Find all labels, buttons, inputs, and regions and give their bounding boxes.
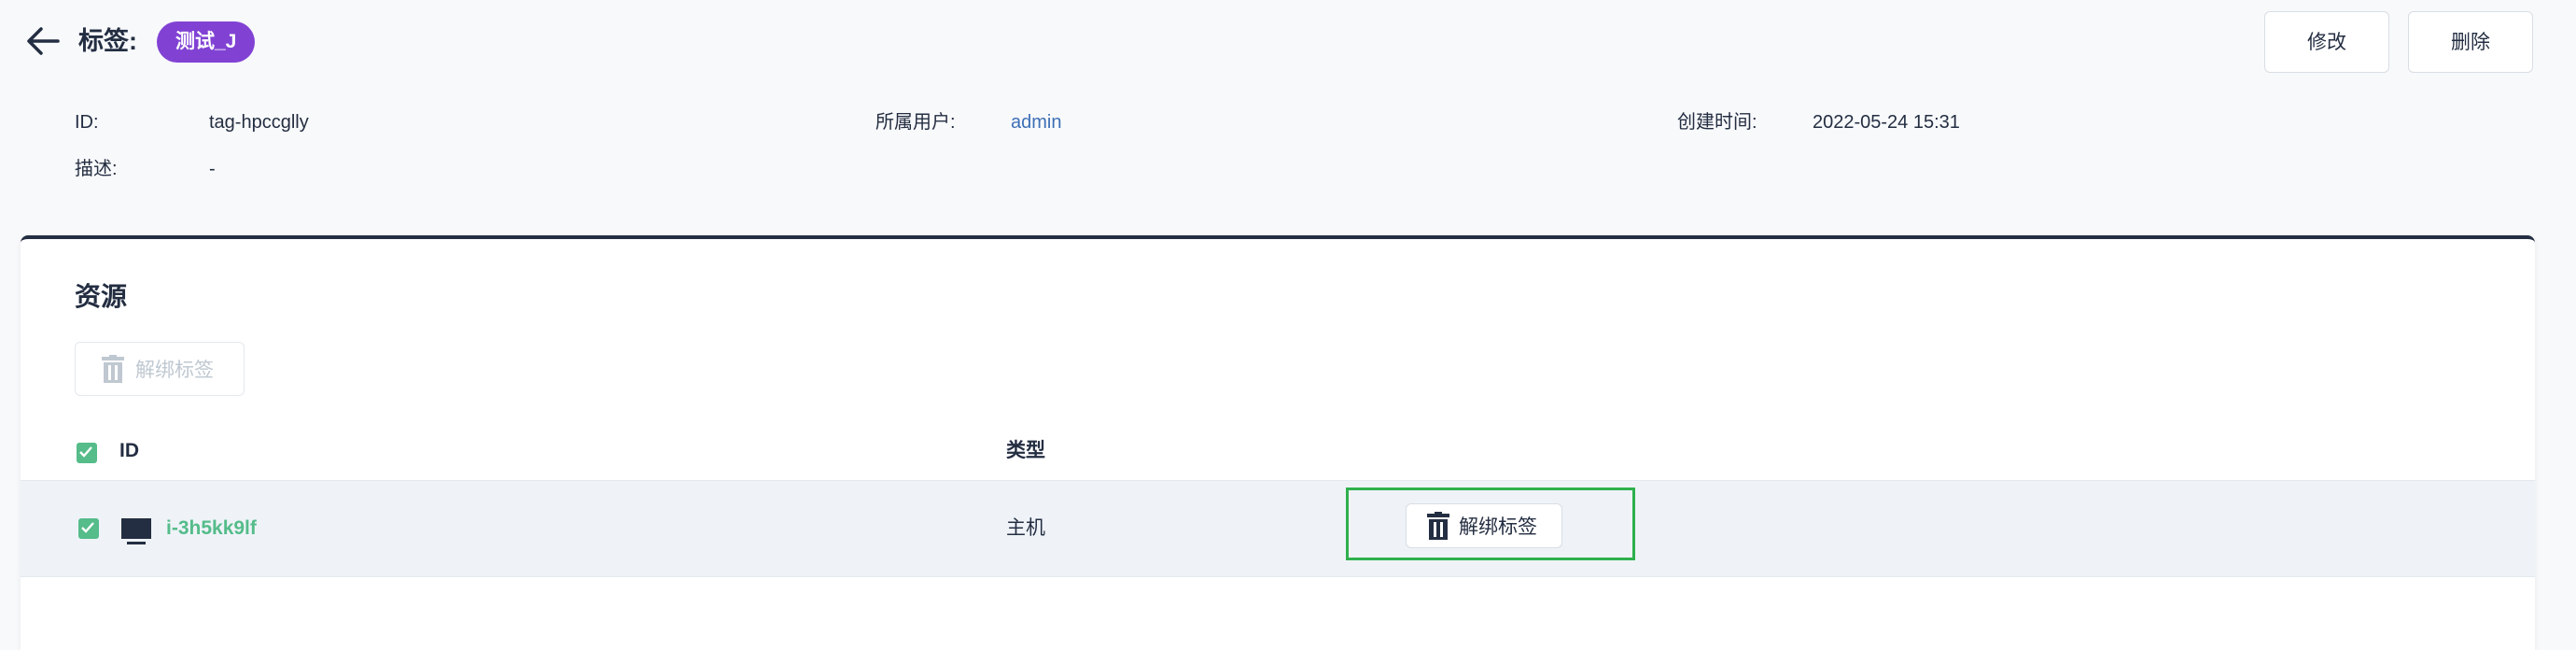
resources-title: 资源 — [75, 282, 128, 311]
select-all-checkbox[interactable] — [77, 443, 97, 463]
row-checkbox[interactable] — [78, 518, 99, 539]
trash-icon — [102, 355, 124, 383]
column-header-type: 类型 — [1006, 440, 1045, 461]
owner-link[interactable]: admin — [1011, 109, 1061, 135]
resource-id-link[interactable]: i-3h5kk9lf — [166, 515, 257, 543]
id-label: ID: — [75, 112, 99, 133]
unbind-row-button[interactable]: 解绑标签 — [1406, 503, 1562, 548]
tag-badge: 测试_J — [157, 21, 256, 63]
trash-icon — [1427, 512, 1449, 540]
unbind-row-label: 解绑标签 — [1459, 516, 1537, 538]
column-header-id[interactable]: ID — [119, 437, 139, 465]
created-label: 创建时间: — [1677, 112, 1757, 133]
unbind-all-label: 解绑标签 — [135, 360, 214, 381]
host-icon — [121, 518, 151, 544]
page-title: 标签: — [78, 27, 137, 55]
description-label: 描述: — [75, 159, 118, 179]
created-value: 2022-05-24 15:31 — [1813, 112, 1960, 133]
back-arrow-icon[interactable] — [24, 24, 60, 58]
check-icon — [81, 522, 94, 533]
edit-button[interactable]: 修改 — [2264, 11, 2389, 73]
id-value: tag-hpccglly — [209, 112, 309, 133]
resources-card: 资源 解绑标签 ID 类型 i-3h5kk9lf 主机 解绑标签 — [21, 235, 2535, 650]
owner-label: 所属用户: — [875, 112, 956, 133]
description-value: - — [209, 159, 216, 179]
check-icon — [79, 446, 92, 458]
resource-type: 主机 — [1006, 517, 1045, 539]
delete-button[interactable]: 删除 — [2408, 11, 2533, 73]
unbind-all-button[interactable]: 解绑标签 — [75, 342, 245, 396]
table-row: i-3h5kk9lf 主机 解绑标签 — [21, 480, 2535, 577]
